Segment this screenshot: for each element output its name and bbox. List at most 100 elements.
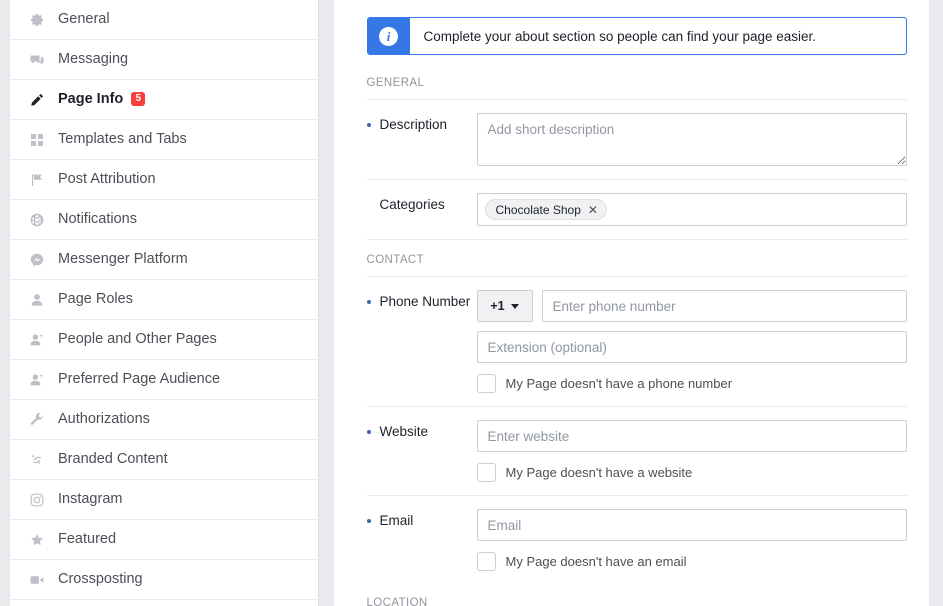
extension-wrap xyxy=(476,331,907,363)
required-dot-icon xyxy=(366,430,371,434)
sidebar-item-page-roles[interactable]: Page Roles xyxy=(10,280,318,320)
categories-label: Categories xyxy=(379,197,445,212)
required-dot-icon xyxy=(366,519,371,523)
sidebar-item-label: General xyxy=(58,11,110,28)
wrench-icon xyxy=(27,410,47,430)
country-code-value: +1 xyxy=(490,299,505,313)
categories-input[interactable]: Chocolate Shop ✕ xyxy=(476,193,907,226)
section-header-location: LOCATION xyxy=(366,597,428,606)
sidebar-item-label: Page Roles xyxy=(58,291,133,308)
sidebar-item-featured[interactable]: Featured xyxy=(10,520,318,560)
branded-content-icon xyxy=(27,450,47,470)
sidebar-item-general[interactable]: General xyxy=(10,0,318,40)
sidebar-item-preferred-page-audience[interactable]: Preferred Page Audience xyxy=(10,360,318,400)
email-input[interactable] xyxy=(476,509,907,541)
phone-input-line: +1 xyxy=(476,290,907,322)
sidebar-item-badge: 5 xyxy=(131,91,146,106)
info-icon-glyph: i xyxy=(379,26,398,46)
phone-no-phone-checkbox[interactable] xyxy=(476,374,496,393)
sidebar-item-label: Crossposting xyxy=(58,571,143,588)
section-header-contact: CONTACT xyxy=(366,254,907,277)
country-code-select[interactable]: +1 xyxy=(476,290,533,322)
person-add-icon xyxy=(27,330,47,350)
about-section-notice: i Complete your about section so people … xyxy=(366,17,907,55)
required-dot-icon xyxy=(366,123,371,127)
website-input[interactable] xyxy=(476,420,907,452)
description-label-wrap: Description xyxy=(366,113,477,133)
website-row: Website My Page doesn't have a website xyxy=(366,407,907,496)
sidebar-item-people-and-other-pages[interactable]: People and Other Pages xyxy=(10,320,318,360)
notice-text: Complete your about section so people ca… xyxy=(423,28,817,44)
description-label: Description xyxy=(379,117,448,132)
phone-label: Phone Number xyxy=(379,294,471,309)
sidebar-item-branded-content[interactable]: Branded Content xyxy=(10,440,318,480)
page-root: General Messaging Page Info 5 Templates and … xyxy=(0,0,943,606)
description-field-wrap xyxy=(476,113,907,166)
star-icon xyxy=(27,530,47,550)
phone-label-wrap: Phone Number xyxy=(366,290,477,310)
phone-extension-input[interactable] xyxy=(476,331,907,363)
sidebar-item-crossposting[interactable]: Crossposting xyxy=(10,560,318,600)
email-label-wrap: Email xyxy=(366,509,477,529)
grid-squares-icon xyxy=(27,130,47,150)
sidebar-item-notifications[interactable]: Notifications xyxy=(10,200,318,240)
pencil-icon xyxy=(27,90,47,110)
sidebar-item-messaging[interactable]: Messaging xyxy=(10,40,318,80)
sidebar-item-templates-and-tabs[interactable]: Templates and Tabs xyxy=(10,120,318,160)
person-icon xyxy=(27,290,47,310)
sidebar-item-label: Notifications xyxy=(58,211,137,228)
sidebar-item-label: People and Other Pages xyxy=(58,331,217,348)
phone-no-phone-label[interactable]: My Page doesn't have a phone number xyxy=(506,376,733,391)
page-info-panel: i Complete your about section so people … xyxy=(332,0,930,606)
email-no-email-checkbox[interactable] xyxy=(476,552,496,571)
messenger-icon xyxy=(27,250,47,270)
description-row: Description xyxy=(366,100,907,180)
required-dot-icon xyxy=(366,300,371,304)
sidebar-item-label: Preferred Page Audience xyxy=(58,371,221,388)
sidebar-item-page-info[interactable]: Page Info 5 xyxy=(10,80,318,120)
sidebar-nav-list: General Messaging Page Info 5 Templates and … xyxy=(10,0,318,600)
video-camera-icon xyxy=(27,570,47,590)
categories-label-wrap: Categories xyxy=(367,193,477,213)
chevron-down-icon xyxy=(510,303,519,309)
chat-bubbles-icon xyxy=(27,50,47,70)
website-no-website-row: My Page doesn't have a website xyxy=(476,463,907,482)
email-no-email-label[interactable]: My Page doesn't have an email xyxy=(506,554,687,569)
sidebar-item-label: Page Info xyxy=(58,91,124,108)
sidebar-item-label: Messenger Platform xyxy=(58,251,188,268)
instagram-icon xyxy=(27,490,47,510)
website-no-website-checkbox[interactable] xyxy=(476,463,496,482)
sidebar-item-messenger-platform[interactable]: Messenger Platform xyxy=(10,240,318,280)
email-label: Email xyxy=(379,513,414,528)
gear-icon xyxy=(27,10,47,30)
sidebar-item-label: Post Attribution xyxy=(58,171,156,188)
sidebar-item-post-attribution[interactable]: Post Attribution xyxy=(10,160,318,200)
category-chip-label: Chocolate Shop xyxy=(495,202,581,217)
person-add-icon xyxy=(27,370,47,390)
sidebar-item-label: Messaging xyxy=(58,51,129,68)
sidebar-item-label: Featured xyxy=(58,531,117,548)
categories-row: Categories Chocolate Shop ✕ xyxy=(366,180,907,240)
phone-no-phone-row: My Page doesn't have a phone number xyxy=(476,374,907,393)
sidebar-item-label: Authorizations xyxy=(58,411,150,428)
sidebar-item-label: Branded Content xyxy=(58,451,168,468)
globe-icon xyxy=(27,210,47,230)
sidebar-item-authorizations[interactable]: Authorizations xyxy=(10,400,318,440)
description-input[interactable] xyxy=(476,113,907,166)
website-label: Website xyxy=(379,424,429,439)
close-icon[interactable]: ✕ xyxy=(588,204,598,216)
sidebar-item-instagram[interactable]: Instagram xyxy=(10,480,318,520)
section-header-general: GENERAL xyxy=(366,77,907,100)
settings-sidebar: General Messaging Page Info 5 Templates and … xyxy=(9,0,319,606)
phone-field-wrap: +1 My Page doesn't have a phone number xyxy=(476,290,907,393)
website-label-wrap: Website xyxy=(366,420,477,440)
category-chip[interactable]: Chocolate Shop ✕ xyxy=(484,199,607,220)
sidebar-item-label: Templates and Tabs xyxy=(58,131,187,148)
flag-icon xyxy=(27,170,47,190)
website-no-website-label[interactable]: My Page doesn't have a website xyxy=(506,465,693,480)
phone-number-input[interactable] xyxy=(541,290,907,322)
phone-row: Phone Number +1 My Pa xyxy=(366,277,907,407)
email-row: Email My Page doesn't have an email xyxy=(366,496,907,584)
